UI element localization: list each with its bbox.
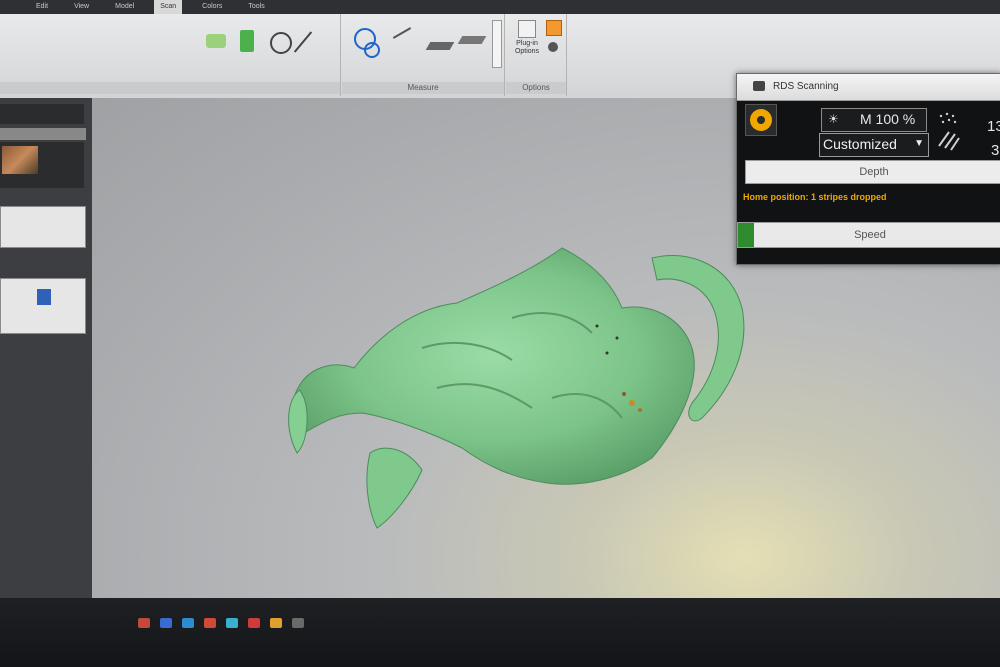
brightness-control[interactable]: ☀ M 100 %: [821, 108, 927, 132]
scanner-icon: [753, 81, 765, 91]
section-tool-icon[interactable]: [457, 36, 487, 44]
brightness-value: M 100 %: [860, 111, 916, 127]
options-orange-icon[interactable]: [546, 20, 562, 36]
depth-slider[interactable]: Depth: [745, 160, 1000, 184]
mesh-left-fragment: [288, 389, 308, 454]
chevron-down-icon: ▼: [914, 138, 924, 149]
left-panel-thumbnail-area: [0, 142, 84, 188]
gear-icon: [752, 111, 770, 129]
artifact-point: [629, 400, 635, 406]
line-tool-icon[interactable]: [293, 31, 313, 53]
tab-colors[interactable]: Colors: [196, 0, 228, 14]
exposure-value: 13: [987, 118, 1000, 135]
distance-tool-icon[interactable]: [392, 27, 412, 39]
tab-view[interactable]: View: [68, 0, 95, 14]
left-panel-property-box: [0, 206, 86, 248]
artifact-point: [638, 408, 642, 412]
create-group-label: [0, 82, 340, 94]
preset-select-value: Customized: [823, 136, 897, 152]
tab-edit[interactable]: Edit: [30, 0, 54, 14]
artifact-point: [595, 324, 599, 328]
scan-dialog: RDS Scanning ☀ M 100 % Customized ▼ 13 3…: [736, 73, 1000, 265]
ribbon-group-options: Plug-in Options Options: [506, 14, 567, 96]
speed-slider[interactable]: Speed: [737, 222, 1000, 248]
taskbar-app-icon[interactable]: [182, 618, 194, 628]
ribbon-group-create: [0, 14, 341, 96]
taskbar-app-icon[interactable]: [292, 618, 304, 628]
measure-circle-small-icon: [364, 42, 380, 58]
taskbar-app-icon[interactable]: [248, 618, 260, 628]
speed-label: Speed: [854, 229, 886, 241]
options-group-label: Options: [506, 82, 566, 94]
stripe-pattern-icon: [935, 110, 961, 152]
artifact-point: [605, 351, 609, 355]
taskbar-app-icon[interactable]: [226, 618, 238, 628]
application-screen: Edit View Model Scan Colors Tools Measur…: [0, 0, 1000, 667]
plane-tool-icon[interactable]: [425, 42, 455, 50]
ribbon-group-measure: Measure: [342, 14, 505, 96]
taskbar-app-icon[interactable]: [270, 618, 282, 628]
ribbon-tab-bar: Edit View Model Scan Colors Tools: [0, 0, 1000, 14]
ribbon-scrollbar[interactable]: [492, 20, 502, 68]
left-panel-tab[interactable]: [0, 128, 86, 140]
left-panel: [0, 98, 92, 598]
stripe-count-value: 3: [991, 142, 1000, 159]
left-panel-header: [0, 104, 84, 124]
scan-dialog-title: RDS Scanning: [773, 81, 839, 92]
mesh-body: [292, 247, 695, 485]
cylinder-tool-icon[interactable]: [240, 30, 254, 52]
settings-button[interactable]: [745, 104, 777, 136]
sun-icon: ☀: [828, 112, 839, 126]
preset-select[interactable]: Customized ▼: [819, 133, 929, 157]
tab-scan[interactable]: Scan: [154, 0, 183, 14]
thumbnail-image[interactable]: [2, 146, 38, 174]
options-gear-icon[interactable]: [548, 42, 558, 52]
scan-dialog-titlebar[interactable]: RDS Scanning: [737, 74, 1000, 101]
circle-tool-icon[interactable]: [270, 32, 292, 54]
scan-status-message: Home position: 1 stripes dropped: [743, 192, 887, 202]
mesh-lower-fragment: [366, 447, 423, 529]
taskbar-app-icon[interactable]: [204, 618, 216, 628]
tab-model[interactable]: Model: [109, 0, 140, 14]
measure-group-label: Measure: [342, 82, 504, 94]
taskbar: [0, 598, 1000, 667]
plugin-options-label[interactable]: Plug-in Options: [510, 40, 544, 56]
artifact-point: [615, 336, 619, 340]
artifact-point: [622, 392, 626, 396]
left-panel-preview-box: [0, 278, 86, 334]
tab-tools[interactable]: Tools: [242, 0, 270, 14]
taskbar-app-icon[interactable]: [138, 618, 150, 628]
taskbar-app-icon[interactable]: [160, 618, 172, 628]
green-disc-tool-icon[interactable]: [206, 34, 226, 48]
plugin-options-icon[interactable]: [518, 20, 536, 38]
preview-blue-icon: [37, 289, 51, 305]
